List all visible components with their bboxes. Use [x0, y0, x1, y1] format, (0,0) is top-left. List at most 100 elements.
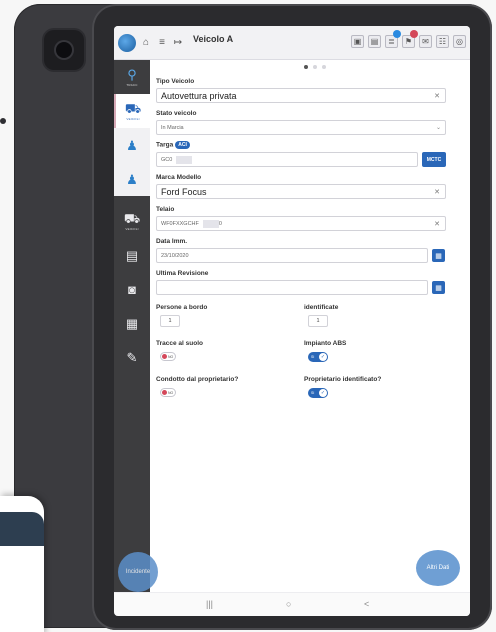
marca-modello-label: Marca Modello [156, 174, 202, 181]
altri-dati-button[interactable]: Altri Dati [416, 550, 460, 586]
back-icon[interactable]: < [364, 599, 369, 609]
notification-badge [393, 30, 401, 38]
check-icon: ✓ [319, 353, 327, 361]
tipo-veicolo-field[interactable]: Autovettura privata ✕ [156, 88, 446, 103]
mctc-button[interactable]: MCTC [422, 152, 446, 167]
menu-icon[interactable]: ≡ [157, 37, 167, 48]
car-icon: ⛟ [124, 100, 142, 116]
page-dot[interactable] [304, 65, 308, 69]
logo-icon [118, 33, 136, 52]
stato-veicolo-label: Stato veicolo [156, 110, 197, 117]
alert-badge [410, 30, 418, 38]
data-imm-value: 23/10/2020 [161, 252, 189, 259]
identificate-input[interactable]: 1 [308, 315, 328, 327]
delete-button[interactable]: ▤ [368, 35, 381, 48]
person-icon: ♟ [126, 137, 138, 153]
page-indicator [304, 65, 326, 69]
save-button[interactable]: ▣ [351, 35, 364, 48]
location-pin-icon: ⚲ [127, 66, 137, 82]
condotto-dal-proprietario-toggle[interactable]: NO [160, 388, 176, 397]
sidebar-item-tabella[interactable]: ▦ [114, 306, 150, 340]
tracce-al-suolo-toggle[interactable]: NO [160, 352, 176, 361]
settings-button[interactable]: ◎ [453, 35, 466, 48]
condotto-dal-proprietario-label: Condotto dal proprietario? [156, 376, 239, 383]
chevron-down-icon: ⌄ [435, 125, 441, 131]
sidebar-item-documenti[interactable]: ▤ [114, 238, 150, 272]
scene: ⌂ ≡ ↦ Veicolo A ▣ ▤ ≣ ⚑ ✉ ☷ ◎ ⚲ TRACC ⛟ … [0, 0, 496, 632]
calendar-icon[interactable]: ▦ [432, 249, 445, 262]
telaio-value: WF0FXXGCHF [161, 220, 199, 227]
redacted-block [202, 219, 219, 228]
home-button-icon[interactable]: ○ [286, 599, 291, 609]
sidebar-item-veicoli[interactable]: ⛟ VEICOLI [114, 94, 150, 128]
sidebar-item-label: VEICOLI [126, 116, 140, 121]
persone-a-bordo-input[interactable]: 1 [160, 315, 180, 327]
car-icon: ⛟ [123, 210, 141, 226]
table-icon: ▦ [125, 315, 139, 331]
sidebar: ⚲ TRACC ⛟ VEICOLI ♟ ♟ ⛟ VEICOLI ▤ ◙ ▦ ✎ [114, 60, 150, 616]
list-button[interactable]: ≣ [385, 30, 401, 48]
list-icon: ≣ [388, 37, 395, 46]
bullet-dot [0, 118, 6, 124]
vehicle-form: Tipo Veicolo Autovettura privata ✕ Stato… [154, 60, 470, 616]
tipo-veicolo-value: Autovettura privata [161, 90, 237, 101]
stato-veicolo-select[interactable]: In Marcia ⌄ [156, 120, 446, 135]
targa-label-text: Targa [156, 141, 174, 149]
sidebar-item-veicoli-2[interactable]: ⛟ VEICOLI [114, 204, 150, 238]
proprietario-identificato-toggle[interactable]: SI ✓ [308, 388, 328, 398]
data-imm-label: Data Imm. [156, 238, 188, 245]
home-icon[interactable]: ⌂ [141, 37, 151, 48]
background-card [0, 496, 44, 632]
clear-icon[interactable]: ✕ [434, 92, 440, 100]
impianto-abs-toggle[interactable]: SI ✓ [308, 352, 328, 362]
calendar-icon[interactable]: ▦ [432, 281, 445, 294]
sidebar-item-persona[interactable]: ♟ [114, 128, 150, 162]
document-icon: ▤ [125, 247, 139, 263]
proprietario-identificato-label: Proprietario identificato? [304, 376, 382, 383]
clear-icon[interactable]: ✕ [434, 220, 440, 228]
flag-button[interactable]: ⚑ [402, 30, 418, 48]
toggle-knob [162, 354, 167, 359]
aci-badge[interactable]: ACI [175, 141, 190, 149]
edit-icon: ✎ [126, 349, 138, 365]
targa-label: Targa ACI [156, 141, 190, 149]
toggle-text: NO [168, 390, 174, 395]
group-icon: ☷ [438, 37, 447, 46]
group-button[interactable]: ☷ [436, 35, 449, 48]
telaio-field[interactable]: WF0FXXGCHF 0 ✕ [156, 216, 446, 231]
app-screen: ⌂ ≡ ↦ Veicolo A ▣ ▤ ≣ ⚑ ✉ ☷ ◎ ⚲ TRACC ⛟ … [114, 26, 470, 616]
sidebar-item-tracce[interactable]: ⚲ TRACC [114, 60, 150, 94]
page-dot[interactable] [322, 65, 326, 69]
clear-icon[interactable]: ✕ [434, 188, 440, 196]
marca-modello-field[interactable]: Ford Focus ✕ [156, 184, 446, 199]
redacted-block [176, 155, 193, 164]
sidebar-item-foto[interactable]: ◙ [114, 272, 150, 306]
sidebar-item-persona-add[interactable]: ♟ [114, 162, 150, 196]
sidebar-item-label: TRACC [126, 82, 138, 87]
recents-icon[interactable]: ||| [206, 599, 213, 609]
targa-field[interactable]: GC0 [156, 152, 418, 167]
flag-icon: ⚑ [404, 37, 413, 46]
check-icon: ✓ [319, 389, 327, 397]
toggle-knob [162, 390, 167, 395]
tracce-al-suolo-label: Tracce al suolo [156, 340, 203, 347]
impianto-abs-label: Impianto ABS [304, 340, 347, 347]
camera-icon [44, 30, 84, 70]
settings-icon: ◎ [456, 37, 463, 46]
toggle-text: SI [311, 355, 315, 359]
exit-icon[interactable]: ↦ [173, 37, 183, 48]
sidebar-item-modifica[interactable]: ✎ [114, 340, 150, 374]
tablet-frame: ⌂ ≡ ↦ Veicolo A ▣ ▤ ≣ ⚑ ✉ ☷ ◎ ⚲ TRACC ⛟ … [92, 4, 492, 630]
data-imm-field[interactable]: 23/10/2020 [156, 248, 428, 263]
mail-button[interactable]: ✉ [419, 35, 432, 48]
page-title: Veicolo A [193, 33, 234, 44]
ultima-revisione-field[interactable] [156, 280, 428, 295]
toolbar-actions: ▣ ▤ ≣ ⚑ ✉ ☷ ◎ [351, 30, 466, 48]
page-dot[interactable] [313, 65, 317, 69]
targa-value: GC0 [161, 156, 173, 163]
telaio-label: Telaio [156, 206, 175, 213]
save-icon: ▣ [353, 37, 362, 46]
delete-icon: ▤ [370, 37, 379, 46]
stato-veicolo-value: In Marcia [161, 124, 184, 131]
incidente-button[interactable]: Incidente [118, 552, 158, 592]
